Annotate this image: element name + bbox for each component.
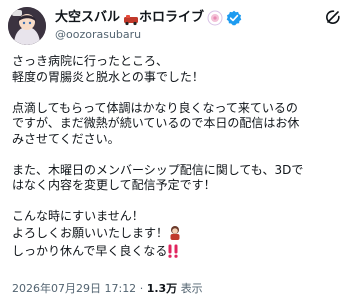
text-line: さっき病院に行ったところ、 [12,54,169,68]
paragraph-2: 点滴してもらって体調はかなり良くなって来ているの ですが、まだ微熱が続いているの… [12,101,340,148]
post-body: さっき病院に行ったところ、 軽度の胃腸炎と脱水との事でした！ 点滴してもらって体… [12,54,340,263]
author-display-name[interactable]: 大空スバル [55,9,120,27]
post-header: 大空スバル ホロライブ @oozorasubaru [8,4,342,48]
double-exclamation-emoji-icon [167,244,179,263]
post-meta: 2026年07月29日 17:12 · 1.3万 表示 [12,282,203,296]
text-line: はなく内容を変更して配信予定です！ [12,178,216,192]
text-line: 軽度の胃腸炎と脱水との事でした！ [12,69,204,84]
duck-emoji-icon [123,10,139,26]
author-handle[interactable]: @oozorasubaru [55,28,141,42]
meta-separator: · [139,282,144,295]
text-segment: よろしくお願いいたします！ [12,225,169,240]
text-line: こんな時にすいません！ [12,209,144,223]
text-line: みさせてください。 [12,131,120,146]
author-name-row[interactable]: 大空スバル ホロライブ [55,9,242,27]
grok-icon[interactable] [324,8,342,26]
views-count: 1.3万 [146,282,178,295]
verified-badge-icon [226,10,242,26]
author-name-suffix[interactable]: ホロライブ [139,9,204,27]
paragraph-4: こんな時にすいません！ よろしくお願いいたします！ しっかり休んで早く良くなる [12,209,340,263]
text-line: また、木曜日のメンバーシップ配信に関しても、3Dで [12,162,304,177]
user-avatar[interactable] [8,7,46,45]
text-line-with-emoji: よろしくお願いいたします！ [12,225,340,245]
text-line-with-emoji: しっかり休んで早く良くなる [12,244,340,263]
flower-emoji-icon [207,10,223,26]
text-line: ですが、まだ微熱が続いているので本日の配信はお休 [12,116,300,130]
bowing-girl-emoji-icon [168,225,182,245]
text-line: 点滴してもらって体調はかなり良くなって来ているの [12,100,298,115]
paragraph-1: さっき病院に行ったところ、 軽度の胃腸炎と脱水との事でした！ [12,54,340,85]
text-segment: しっかり休んで早く良くなる [12,244,168,258]
views-label: 表示 [180,282,203,295]
paragraph-3: また、木曜日のメンバーシップ配信に関しても、3Dで はなく内容を変更して配信予定… [12,163,340,194]
post-timestamp[interactable]: 2026年07月29日 17:12 [12,282,136,295]
